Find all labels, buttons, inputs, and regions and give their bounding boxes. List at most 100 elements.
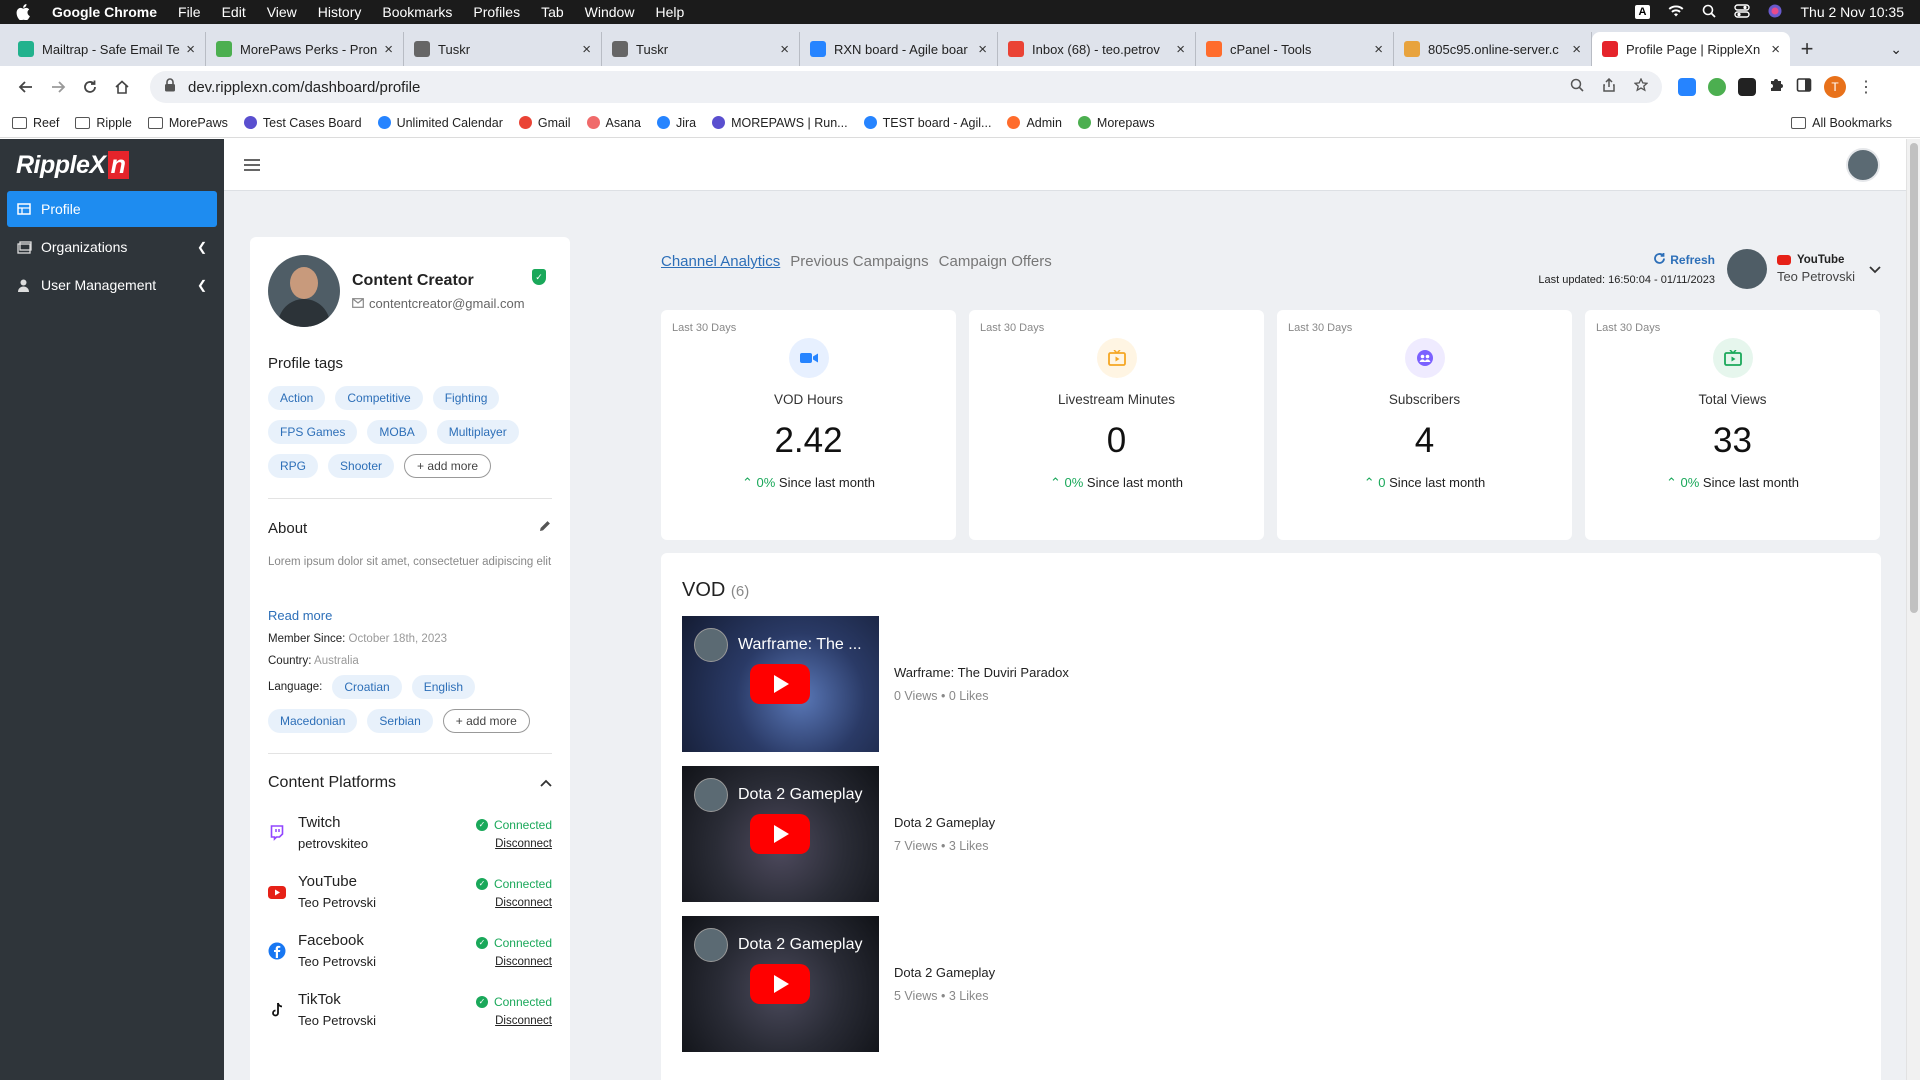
close-tab-icon[interactable]: × bbox=[186, 41, 195, 58]
video-title[interactable]: Dota 2 Gameplay bbox=[894, 815, 995, 830]
address-bar[interactable]: dev.ripplexn.com/dashboard/profile bbox=[150, 71, 1662, 103]
refresh-button[interactable]: Refresh bbox=[1538, 252, 1715, 268]
video-title[interactable]: Warframe: The Duviri Paradox bbox=[894, 665, 1069, 680]
side-panel-icon[interactable] bbox=[1796, 77, 1812, 98]
bookmark-star-icon[interactable] bbox=[1633, 77, 1649, 96]
menu-edit[interactable]: Edit bbox=[222, 4, 246, 20]
chevron-up-icon[interactable] bbox=[540, 774, 552, 792]
language-tag[interactable]: Serbian bbox=[367, 709, 433, 733]
menu-window[interactable]: Window bbox=[585, 4, 635, 20]
language-tag[interactable]: Macedonian bbox=[268, 709, 358, 733]
tab-previous-campaigns[interactable]: Previous Campaigns bbox=[790, 253, 928, 270]
profile-tag[interactable]: Multiplayer bbox=[436, 420, 519, 444]
share-icon[interactable] bbox=[1602, 77, 1616, 96]
sidebar-item-user-management[interactable]: User Management ❮ bbox=[7, 267, 217, 303]
add-tag-button[interactable]: + add more bbox=[404, 454, 492, 478]
video-thumbnail[interactable]: Dota 2 Gameplay bbox=[682, 766, 879, 902]
video-item[interactable]: Dota 2 Gameplay Dota 2 Gameplay 5 Views … bbox=[682, 916, 1860, 1052]
menu-app-name[interactable]: Google Chrome bbox=[52, 4, 157, 20]
language-tag[interactable]: Croatian bbox=[332, 675, 402, 699]
video-thumbnail[interactable]: Warframe: The ... bbox=[682, 616, 879, 752]
ripplexn-logo[interactable]: RippleX n bbox=[0, 139, 224, 191]
tab-campaign-offers[interactable]: Campaign Offers bbox=[939, 253, 1052, 270]
site-info-icon[interactable] bbox=[164, 78, 176, 96]
menu-history[interactable]: History bbox=[318, 4, 362, 20]
url-text[interactable]: dev.ripplexn.com/dashboard/profile bbox=[188, 79, 420, 96]
profile-tag[interactable]: RPG bbox=[268, 454, 319, 478]
close-tab-icon[interactable]: × bbox=[582, 41, 591, 58]
bookmark-item[interactable]: Asana bbox=[586, 116, 641, 130]
profile-tag[interactable]: Shooter bbox=[328, 454, 395, 478]
hamburger-menu-icon[interactable] bbox=[244, 158, 260, 171]
youtube-play-icon[interactable] bbox=[750, 964, 810, 1004]
browser-tab[interactable]: Tuskr × bbox=[404, 32, 602, 66]
menu-help[interactable]: Help bbox=[655, 4, 684, 20]
chrome-profile-avatar[interactable]: T bbox=[1824, 76, 1846, 98]
bookmark-item[interactable]: Morepaws bbox=[1077, 116, 1155, 130]
video-title[interactable]: Dota 2 Gameplay bbox=[894, 965, 995, 980]
reload-icon[interactable] bbox=[76, 73, 104, 101]
sidebar-item-organizations[interactable]: Organizations ❮ bbox=[7, 229, 217, 265]
extension-icon[interactable] bbox=[1678, 78, 1696, 96]
close-tab-icon[interactable]: × bbox=[1572, 41, 1581, 58]
youtube-play-icon[interactable] bbox=[750, 664, 810, 704]
menubar-clock[interactable]: Thu 2 Nov 10:35 bbox=[1800, 4, 1904, 20]
bookmark-item[interactable]: TEST board - Agil... bbox=[863, 116, 991, 130]
apple-icon[interactable] bbox=[16, 4, 32, 20]
close-tab-icon[interactable]: × bbox=[1771, 41, 1780, 58]
back-icon[interactable] bbox=[12, 73, 40, 101]
close-tab-icon[interactable]: × bbox=[978, 41, 987, 58]
menu-bookmarks[interactable]: Bookmarks bbox=[382, 4, 452, 20]
menu-tab[interactable]: Tab bbox=[541, 4, 564, 20]
user-avatar[interactable] bbox=[1846, 148, 1880, 182]
forward-icon[interactable] bbox=[44, 73, 72, 101]
disconnect-link[interactable]: Disconnect bbox=[476, 897, 552, 909]
add-language-button[interactable]: + add more bbox=[442, 709, 530, 733]
profile-tag[interactable]: MOBA bbox=[367, 420, 427, 444]
chrome-menu-icon[interactable]: ⋮ bbox=[1858, 77, 1874, 97]
scrollbar-thumb[interactable] bbox=[1910, 143, 1918, 613]
video-item[interactable]: Dota 2 Gameplay Dota 2 Gameplay 7 Views … bbox=[682, 766, 1860, 902]
profile-tag[interactable]: Fighting bbox=[432, 386, 500, 410]
close-tab-icon[interactable]: × bbox=[780, 41, 789, 58]
menu-profiles[interactable]: Profiles bbox=[473, 4, 520, 20]
bookmark-item[interactable]: Test Cases Board bbox=[243, 116, 362, 130]
content-platforms-header[interactable]: Content Platforms bbox=[268, 774, 552, 792]
page-scrollbar[interactable] bbox=[1906, 139, 1920, 1080]
home-icon[interactable] bbox=[108, 73, 136, 101]
new-tab-button[interactable]: + bbox=[1790, 32, 1824, 66]
browser-tab[interactable]: Tuskr × bbox=[602, 32, 800, 66]
browser-tab[interactable]: Mailtrap - Safe Email Te × bbox=[8, 32, 206, 66]
edit-pencil-icon[interactable] bbox=[538, 519, 552, 538]
youtube-play-icon[interactable] bbox=[750, 814, 810, 854]
bookmark-item[interactable]: Reef bbox=[12, 116, 59, 130]
menu-file[interactable]: File bbox=[178, 4, 201, 20]
extensions-puzzle-icon[interactable] bbox=[1768, 77, 1784, 98]
spotlight-search-icon[interactable] bbox=[1702, 4, 1717, 21]
bookmark-item[interactable]: Jira bbox=[656, 116, 696, 130]
input-source-indicator[interactable]: A bbox=[1634, 5, 1651, 19]
bookmark-item[interactable]: Admin bbox=[1007, 116, 1062, 130]
browser-tab[interactable]: 805c95.online-server.c × bbox=[1394, 32, 1592, 66]
disconnect-link[interactable]: Disconnect bbox=[476, 1015, 552, 1027]
profile-tag[interactable]: FPS Games bbox=[268, 420, 358, 444]
video-item[interactable]: Warframe: The ... Warframe: The Duviri P… bbox=[682, 616, 1860, 752]
zoom-icon[interactable] bbox=[1570, 78, 1584, 96]
browser-tab[interactable]: Inbox (68) - teo.petrov × bbox=[998, 32, 1196, 66]
profile-tag[interactable]: Competitive bbox=[335, 386, 423, 410]
all-bookmarks-button[interactable]: All Bookmarks bbox=[1791, 116, 1892, 130]
wifi-icon[interactable] bbox=[1668, 4, 1684, 20]
tab-search-chevron-icon[interactable]: ⌄ bbox=[1890, 32, 1902, 66]
tab-channel-analytics[interactable]: Channel Analytics bbox=[661, 253, 780, 270]
chevron-down-icon[interactable] bbox=[1869, 261, 1881, 277]
menu-view[interactable]: View bbox=[267, 4, 297, 20]
siri-icon[interactable] bbox=[1768, 4, 1782, 21]
disconnect-link[interactable]: Disconnect bbox=[476, 956, 552, 968]
bookmark-item[interactable]: Ripple bbox=[75, 116, 132, 130]
bookmark-item[interactable]: MorePaws bbox=[147, 116, 228, 130]
bookmark-item[interactable]: MOREPAWS | Run... bbox=[712, 116, 848, 130]
extension-icon[interactable] bbox=[1738, 78, 1756, 96]
close-tab-icon[interactable]: × bbox=[384, 41, 393, 58]
profile-tag[interactable]: Action bbox=[268, 386, 326, 410]
language-tag[interactable]: English bbox=[411, 675, 476, 699]
